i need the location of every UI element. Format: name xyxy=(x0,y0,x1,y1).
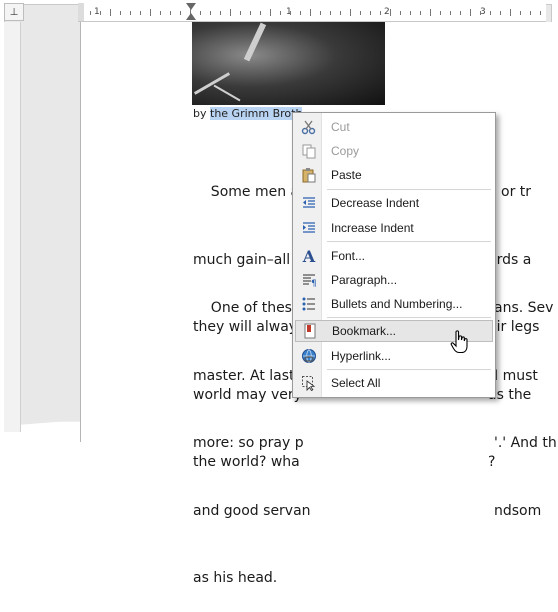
menu-item-font[interactable]: A Font... xyxy=(295,245,493,267)
ruler-tick xyxy=(130,11,131,15)
menu-item-bullets-numbering[interactable]: Bullets and Numbering... xyxy=(295,293,493,315)
ruler-tick xyxy=(360,11,361,15)
menu-separator xyxy=(327,369,491,370)
menu-item-decrease-indent[interactable]: Decrease Indent xyxy=(295,192,493,214)
ruler-tick xyxy=(300,11,301,15)
select-all-icon xyxy=(297,373,321,393)
ruler-tick xyxy=(240,11,241,15)
ruler-tick xyxy=(290,11,291,15)
font-icon: A xyxy=(302,246,316,266)
text-line: more: so pray p xyxy=(193,435,304,451)
ruler-tick xyxy=(270,9,271,16)
ruler-tick xyxy=(520,11,521,15)
story-illustration[interactable] xyxy=(192,22,385,105)
vertical-ruler xyxy=(4,22,21,432)
ruler-tick xyxy=(540,11,541,15)
ruler-tick xyxy=(160,11,161,15)
menu-item-increase-indent[interactable]: Increase Indent xyxy=(295,217,493,239)
paragraph-icon: ¶ xyxy=(297,270,321,290)
ruler-tick xyxy=(100,11,101,15)
menu-item-paragraph[interactable]: ¶ Paragraph... xyxy=(295,269,493,291)
text-line: Some men a xyxy=(193,184,300,200)
text-line: ndsom xyxy=(494,502,542,519)
text-line: as his head. xyxy=(193,570,278,586)
hand-cursor-icon xyxy=(450,330,470,358)
hyperlink-icon xyxy=(297,346,321,366)
ruler-tick xyxy=(440,11,441,15)
paste-icon xyxy=(297,165,321,185)
text-line: I must xyxy=(494,367,538,384)
ruler-tick xyxy=(200,11,201,15)
menu-item-cut[interactable]: Cut xyxy=(295,116,493,138)
menu-item-copy[interactable]: Copy xyxy=(295,140,493,162)
ruler-tick xyxy=(350,9,351,16)
ruler-tick xyxy=(470,9,471,16)
ruler-tick xyxy=(390,9,391,16)
scissors-icon xyxy=(297,117,321,137)
ruler-number: 1 xyxy=(94,7,100,17)
decrease-indent-icon xyxy=(297,193,321,213)
ruler-tick xyxy=(110,9,111,16)
ruler-tick xyxy=(150,9,151,16)
selected-text[interactable]: the Grimm Broth xyxy=(210,107,303,120)
ruler-tick xyxy=(500,11,501,15)
menu-separator xyxy=(327,241,491,242)
copy-icon xyxy=(297,141,321,161)
ruler-tick xyxy=(90,11,91,15)
ruler-tick xyxy=(480,11,481,15)
ruler-tick xyxy=(490,11,491,15)
text-line: ans. Sev xyxy=(494,300,554,316)
ruler-tick xyxy=(140,11,141,15)
image-detail xyxy=(243,22,267,62)
byline[interactable]: by the Grimm Broth xyxy=(193,107,303,120)
svg-text:¶: ¶ xyxy=(311,279,317,288)
ruler-tick xyxy=(210,11,211,15)
ruler-tick xyxy=(510,9,511,16)
ruler-tick xyxy=(380,11,381,15)
ruler-tick xyxy=(400,11,401,15)
tab-selector-icon[interactable]: ⊥ xyxy=(4,3,24,21)
ruler-tick xyxy=(370,11,371,15)
horizontal-ruler[interactable]: 1 1 2 3 xyxy=(78,3,546,22)
menu-item-paste[interactable]: Paste xyxy=(295,164,493,186)
ruler-margin xyxy=(78,3,84,21)
ruler-number: 2 xyxy=(384,7,390,17)
paragraph-2-overflow[interactable]: ans. Sev I must '.' And th ndsom xyxy=(494,252,557,590)
ruler-tick xyxy=(420,11,421,15)
ruler-tick xyxy=(330,11,331,15)
ruler-tick xyxy=(410,11,411,15)
text-line: '.' And th xyxy=(494,435,557,451)
left-indent-marker[interactable] xyxy=(186,13,196,20)
ruler-tick xyxy=(430,9,431,16)
first-line-indent-marker[interactable] xyxy=(186,3,196,10)
ruler-tick xyxy=(530,11,531,15)
ruler-tick xyxy=(220,11,221,15)
ruler-tick xyxy=(450,11,451,15)
bookmark-icon xyxy=(298,321,322,341)
text-line: and good servan xyxy=(193,502,311,519)
image-detail xyxy=(213,84,241,102)
bullets-icon xyxy=(297,294,321,314)
menu-separator xyxy=(327,317,491,318)
menu-item-select-all[interactable]: Select All xyxy=(295,372,493,394)
ruler-tick xyxy=(340,11,341,15)
ruler-tick xyxy=(320,11,321,15)
ruler-tick xyxy=(460,11,461,15)
increase-indent-icon xyxy=(297,218,321,238)
ruler-tick xyxy=(260,11,261,15)
ruler-tick xyxy=(170,11,171,15)
ruler-tick xyxy=(120,11,121,15)
ruler-tick xyxy=(310,9,311,16)
ruler-tick xyxy=(180,11,181,15)
ruler-tick xyxy=(280,11,281,15)
ruler-tick xyxy=(230,9,231,16)
ruler-tick xyxy=(250,11,251,15)
menu-separator xyxy=(327,189,491,190)
